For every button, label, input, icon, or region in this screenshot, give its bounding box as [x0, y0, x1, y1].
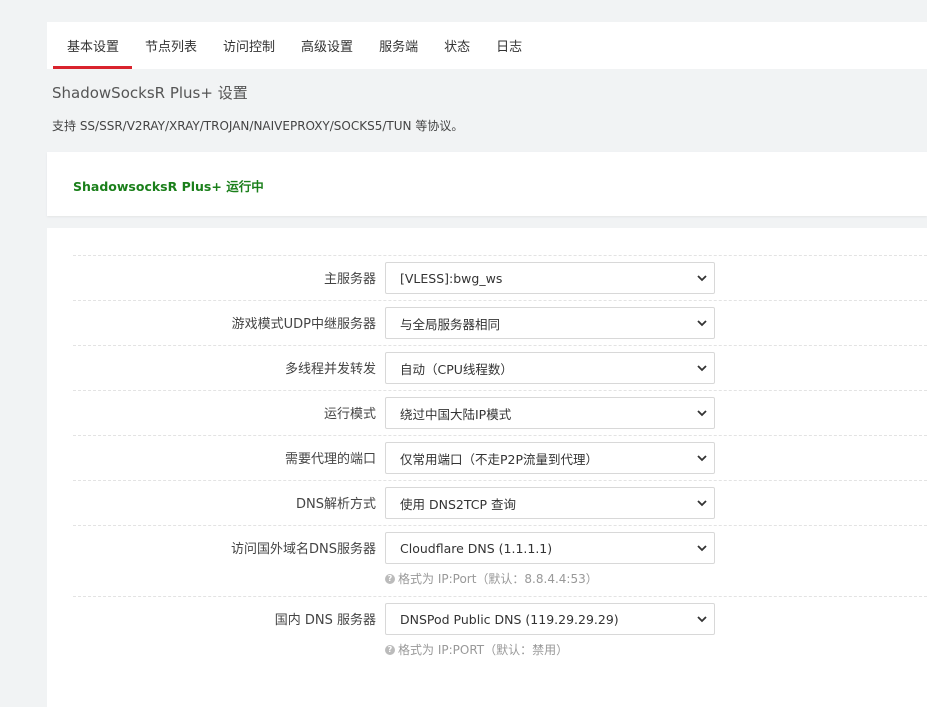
proxy-ports-select[interactable]: 仅常用端口（不走P2P流量到代理）	[385, 442, 715, 474]
form-row-foreign-dns: 访问国外域名DNS服务器 Cloudflare DNS (1.1.1.1) ? …	[73, 525, 927, 597]
chevron-down-icon	[697, 500, 707, 507]
chevron-down-icon	[697, 275, 707, 282]
tab-server[interactable]: 服务端	[366, 22, 431, 69]
chevron-down-icon	[697, 616, 707, 623]
tab-node-list[interactable]: 节点列表	[132, 22, 210, 69]
field-hint: ? 格式为 IP:Port（默认：8.8.4.4:53）	[385, 570, 598, 587]
select-value: 自动（CPU线程数）	[400, 361, 513, 377]
dns-mode-select[interactable]: 使用 DNS2TCP 查询	[385, 487, 715, 519]
status-card: ShadowsocksR Plus+ 运行中	[47, 152, 927, 216]
chevron-down-icon	[697, 545, 707, 552]
field-label: 主服务器	[323, 272, 376, 287]
hint-text: 格式为 IP:Port（默认：8.8.4.4:53）	[398, 572, 598, 586]
page-title: ShadowSocksR Plus+ 设置	[52, 84, 248, 102]
field-hint: ? 格式为 IP:PORT（默认：禁用）	[385, 641, 568, 658]
chevron-down-icon	[697, 455, 707, 462]
form-row-proxy-ports: 需要代理的端口 仅常用端口（不走P2P流量到代理）	[73, 435, 927, 481]
field-label: 需要代理的端口	[284, 452, 376, 467]
chevron-down-icon	[697, 320, 707, 327]
udp-relay-server-select[interactable]: 与全局服务器相同	[385, 307, 715, 339]
hint-text: 格式为 IP:PORT（默认：禁用）	[398, 643, 569, 657]
help-icon: ?	[385, 573, 395, 584]
threads-select[interactable]: 自动（CPU线程数）	[385, 352, 715, 384]
tab-log[interactable]: 日志	[483, 22, 535, 69]
field-label: DNS解析方式	[296, 497, 376, 512]
select-value: 仅常用端口（不走P2P流量到代理）	[400, 451, 599, 467]
field-label: 运行模式	[323, 407, 376, 422]
select-value: 使用 DNS2TCP 查询	[400, 496, 516, 512]
form-row-domestic-dns: 国内 DNS 服务器 DNSPod Public DNS (119.29.29.…	[73, 596, 927, 677]
domestic-dns-select[interactable]: DNSPod Public DNS (119.29.29.29)	[385, 603, 715, 635]
settings-form: 主服务器 [VLESS]:bwg_ws 游戏模式UDP中继服务器 与全局服务器相…	[47, 228, 927, 707]
select-value: [VLESS]:bwg_ws	[400, 270, 503, 286]
form-row-threads: 多线程并发转发 自动（CPU线程数）	[73, 345, 927, 391]
field-label: 国内 DNS 服务器	[274, 613, 376, 628]
form-row-dns-mode: DNS解析方式 使用 DNS2TCP 查询	[73, 480, 927, 526]
form-row-run-mode: 运行模式 绕过中国大陆IP模式	[73, 390, 927, 436]
form-row-udp-relay-server: 游戏模式UDP中继服务器 与全局服务器相同	[73, 300, 927, 346]
tab-bar: 基本设置 节点列表 访问控制 高级设置 服务端 状态 日志	[47, 22, 927, 69]
help-icon: ?	[385, 644, 395, 655]
select-value: DNSPod Public DNS (119.29.29.29)	[400, 611, 619, 627]
chevron-down-icon	[697, 410, 707, 417]
running-status: ShadowsocksR Plus+ 运行中	[73, 179, 264, 194]
select-value: 与全局服务器相同	[400, 316, 501, 332]
foreign-dns-select[interactable]: Cloudflare DNS (1.1.1.1)	[385, 532, 715, 564]
field-label: 多线程并发转发	[284, 362, 376, 377]
select-value: Cloudflare DNS (1.1.1.1)	[400, 540, 553, 556]
chevron-down-icon	[697, 365, 707, 372]
field-label: 访问国外域名DNS服务器	[231, 542, 376, 557]
tab-access-control[interactable]: 访问控制	[210, 22, 288, 69]
page-description: 支持 SS/SSR/V2RAY/XRAY/TROJAN/NAIVEPROXY/S…	[52, 119, 464, 133]
tab-basic-settings[interactable]: 基本设置	[47, 22, 133, 69]
select-value: 绕过中国大陆IP模式	[400, 406, 512, 422]
tab-advanced-settings[interactable]: 高级设置	[288, 22, 366, 69]
field-label: 游戏模式UDP中继服务器	[231, 317, 376, 332]
main-server-select[interactable]: [VLESS]:bwg_ws	[385, 262, 715, 294]
tab-status[interactable]: 状态	[431, 22, 483, 69]
run-mode-select[interactable]: 绕过中国大陆IP模式	[385, 397, 715, 429]
form-row-main-server: 主服务器 [VLESS]:bwg_ws	[73, 255, 927, 301]
